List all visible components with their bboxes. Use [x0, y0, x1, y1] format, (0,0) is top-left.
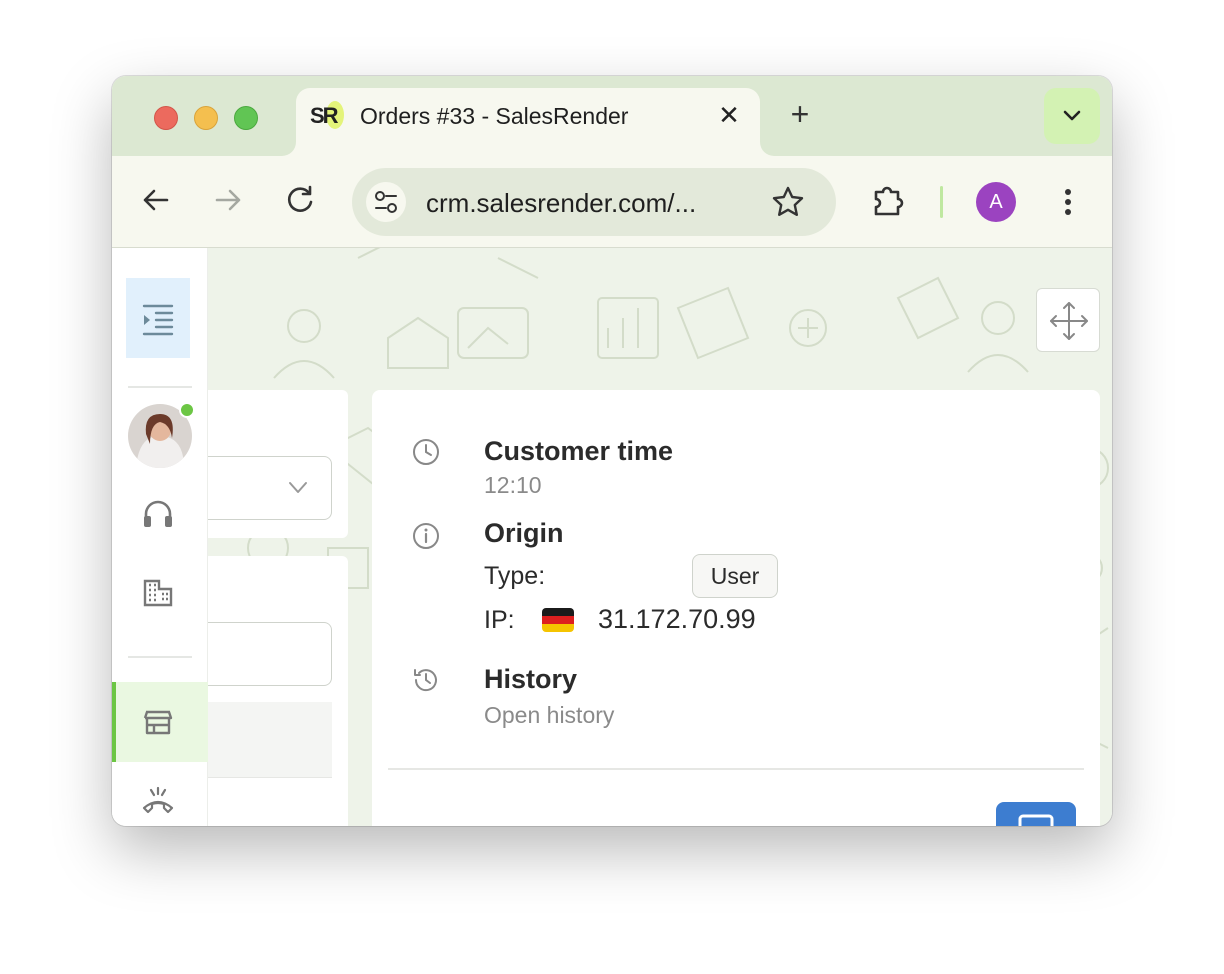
extensions-puzzle-icon[interactable] — [868, 180, 908, 220]
search-input[interactable] — [208, 622, 332, 686]
rail-divider — [128, 656, 192, 658]
side-navigation-rail — [112, 248, 208, 826]
history-icon — [410, 664, 442, 696]
site-settings-icon[interactable] — [366, 182, 406, 222]
url-text[interactable]: crm.salesrender.com/... — [426, 188, 696, 219]
arrow-right-icon — [215, 189, 241, 211]
move-arrows-icon — [1050, 302, 1088, 340]
browser-toolbar: crm.salesrender.com/... A — [112, 156, 1112, 248]
open-history-link[interactable]: Open history — [484, 702, 614, 729]
address-bar[interactable]: crm.salesrender.com/... — [352, 168, 836, 236]
tab-search-button[interactable] — [1044, 88, 1100, 144]
history-label: History — [484, 664, 578, 694]
section-divider — [388, 768, 1084, 770]
online-status-badge — [179, 402, 195, 418]
info-icon — [410, 520, 442, 552]
close-window-button[interactable] — [154, 106, 178, 130]
rail-divider — [128, 386, 192, 388]
reload-icon — [287, 185, 313, 212]
origin-label: Origin — [484, 518, 564, 548]
customer-time-label: Customer time — [484, 436, 674, 466]
building-icon[interactable] — [140, 574, 176, 610]
profile-avatar-button[interactable]: A — [976, 182, 1016, 222]
order-info-card: Customer time 12:10 Origin Type: User IP… — [372, 390, 1100, 826]
primary-action-button[interactable] — [996, 802, 1076, 826]
list-panel — [208, 556, 348, 826]
tab-active[interactable]: SR Orders #33 - SalesRender ✕ — [296, 88, 760, 156]
back-button[interactable] — [134, 178, 178, 222]
chevron-down-icon — [289, 482, 307, 493]
type-label: Type: — [484, 562, 546, 590]
collapse-menu-icon — [142, 304, 174, 336]
phone-hangup-icon[interactable] — [140, 784, 176, 820]
page-content: Customer time 12:10 Origin Type: User IP… — [112, 248, 1112, 826]
window-icon — [1018, 814, 1054, 826]
maximize-window-button[interactable] — [234, 106, 258, 130]
minimize-window-button[interactable] — [194, 106, 218, 130]
customer-time-value: 12:10 — [484, 472, 542, 498]
ip-label: IP: — [484, 606, 515, 634]
rail-selection-indicator — [112, 682, 116, 762]
browser-window: SR Orders #33 - SalesRender ✕ + crm.sale… — [112, 76, 1112, 826]
reload-button[interactable] — [278, 178, 322, 222]
new-tab-button[interactable]: + — [784, 98, 816, 130]
headset-icon[interactable] — [140, 496, 176, 532]
list-item[interactable] — [208, 702, 332, 778]
bookmark-star-icon[interactable] — [768, 182, 808, 222]
ip-address-value: 31.172.70.99 — [598, 604, 756, 634]
salesrender-favicon-icon: SR — [310, 101, 344, 131]
toolbar-separator — [940, 186, 943, 218]
chevron-down-icon — [1063, 110, 1081, 121]
move-handle-button[interactable] — [1036, 288, 1100, 352]
tab-strip: SR Orders #33 - SalesRender ✕ + — [112, 76, 1112, 156]
arrow-left-icon — [143, 189, 169, 211]
forward-button[interactable] — [206, 178, 250, 222]
collapse-menu-button[interactable] — [126, 278, 190, 358]
filter-select[interactable] — [208, 456, 332, 520]
tab-close-icon[interactable]: ✕ — [714, 100, 744, 130]
store-icon — [140, 704, 176, 740]
next-section-title — [394, 816, 514, 826]
germany-flag-icon — [542, 608, 574, 632]
tab-title: Orders #33 - SalesRender — [360, 103, 629, 129]
more-menu-icon[interactable] — [1056, 180, 1080, 224]
origin-type-badge: User — [692, 554, 778, 598]
clock-icon — [410, 436, 442, 468]
